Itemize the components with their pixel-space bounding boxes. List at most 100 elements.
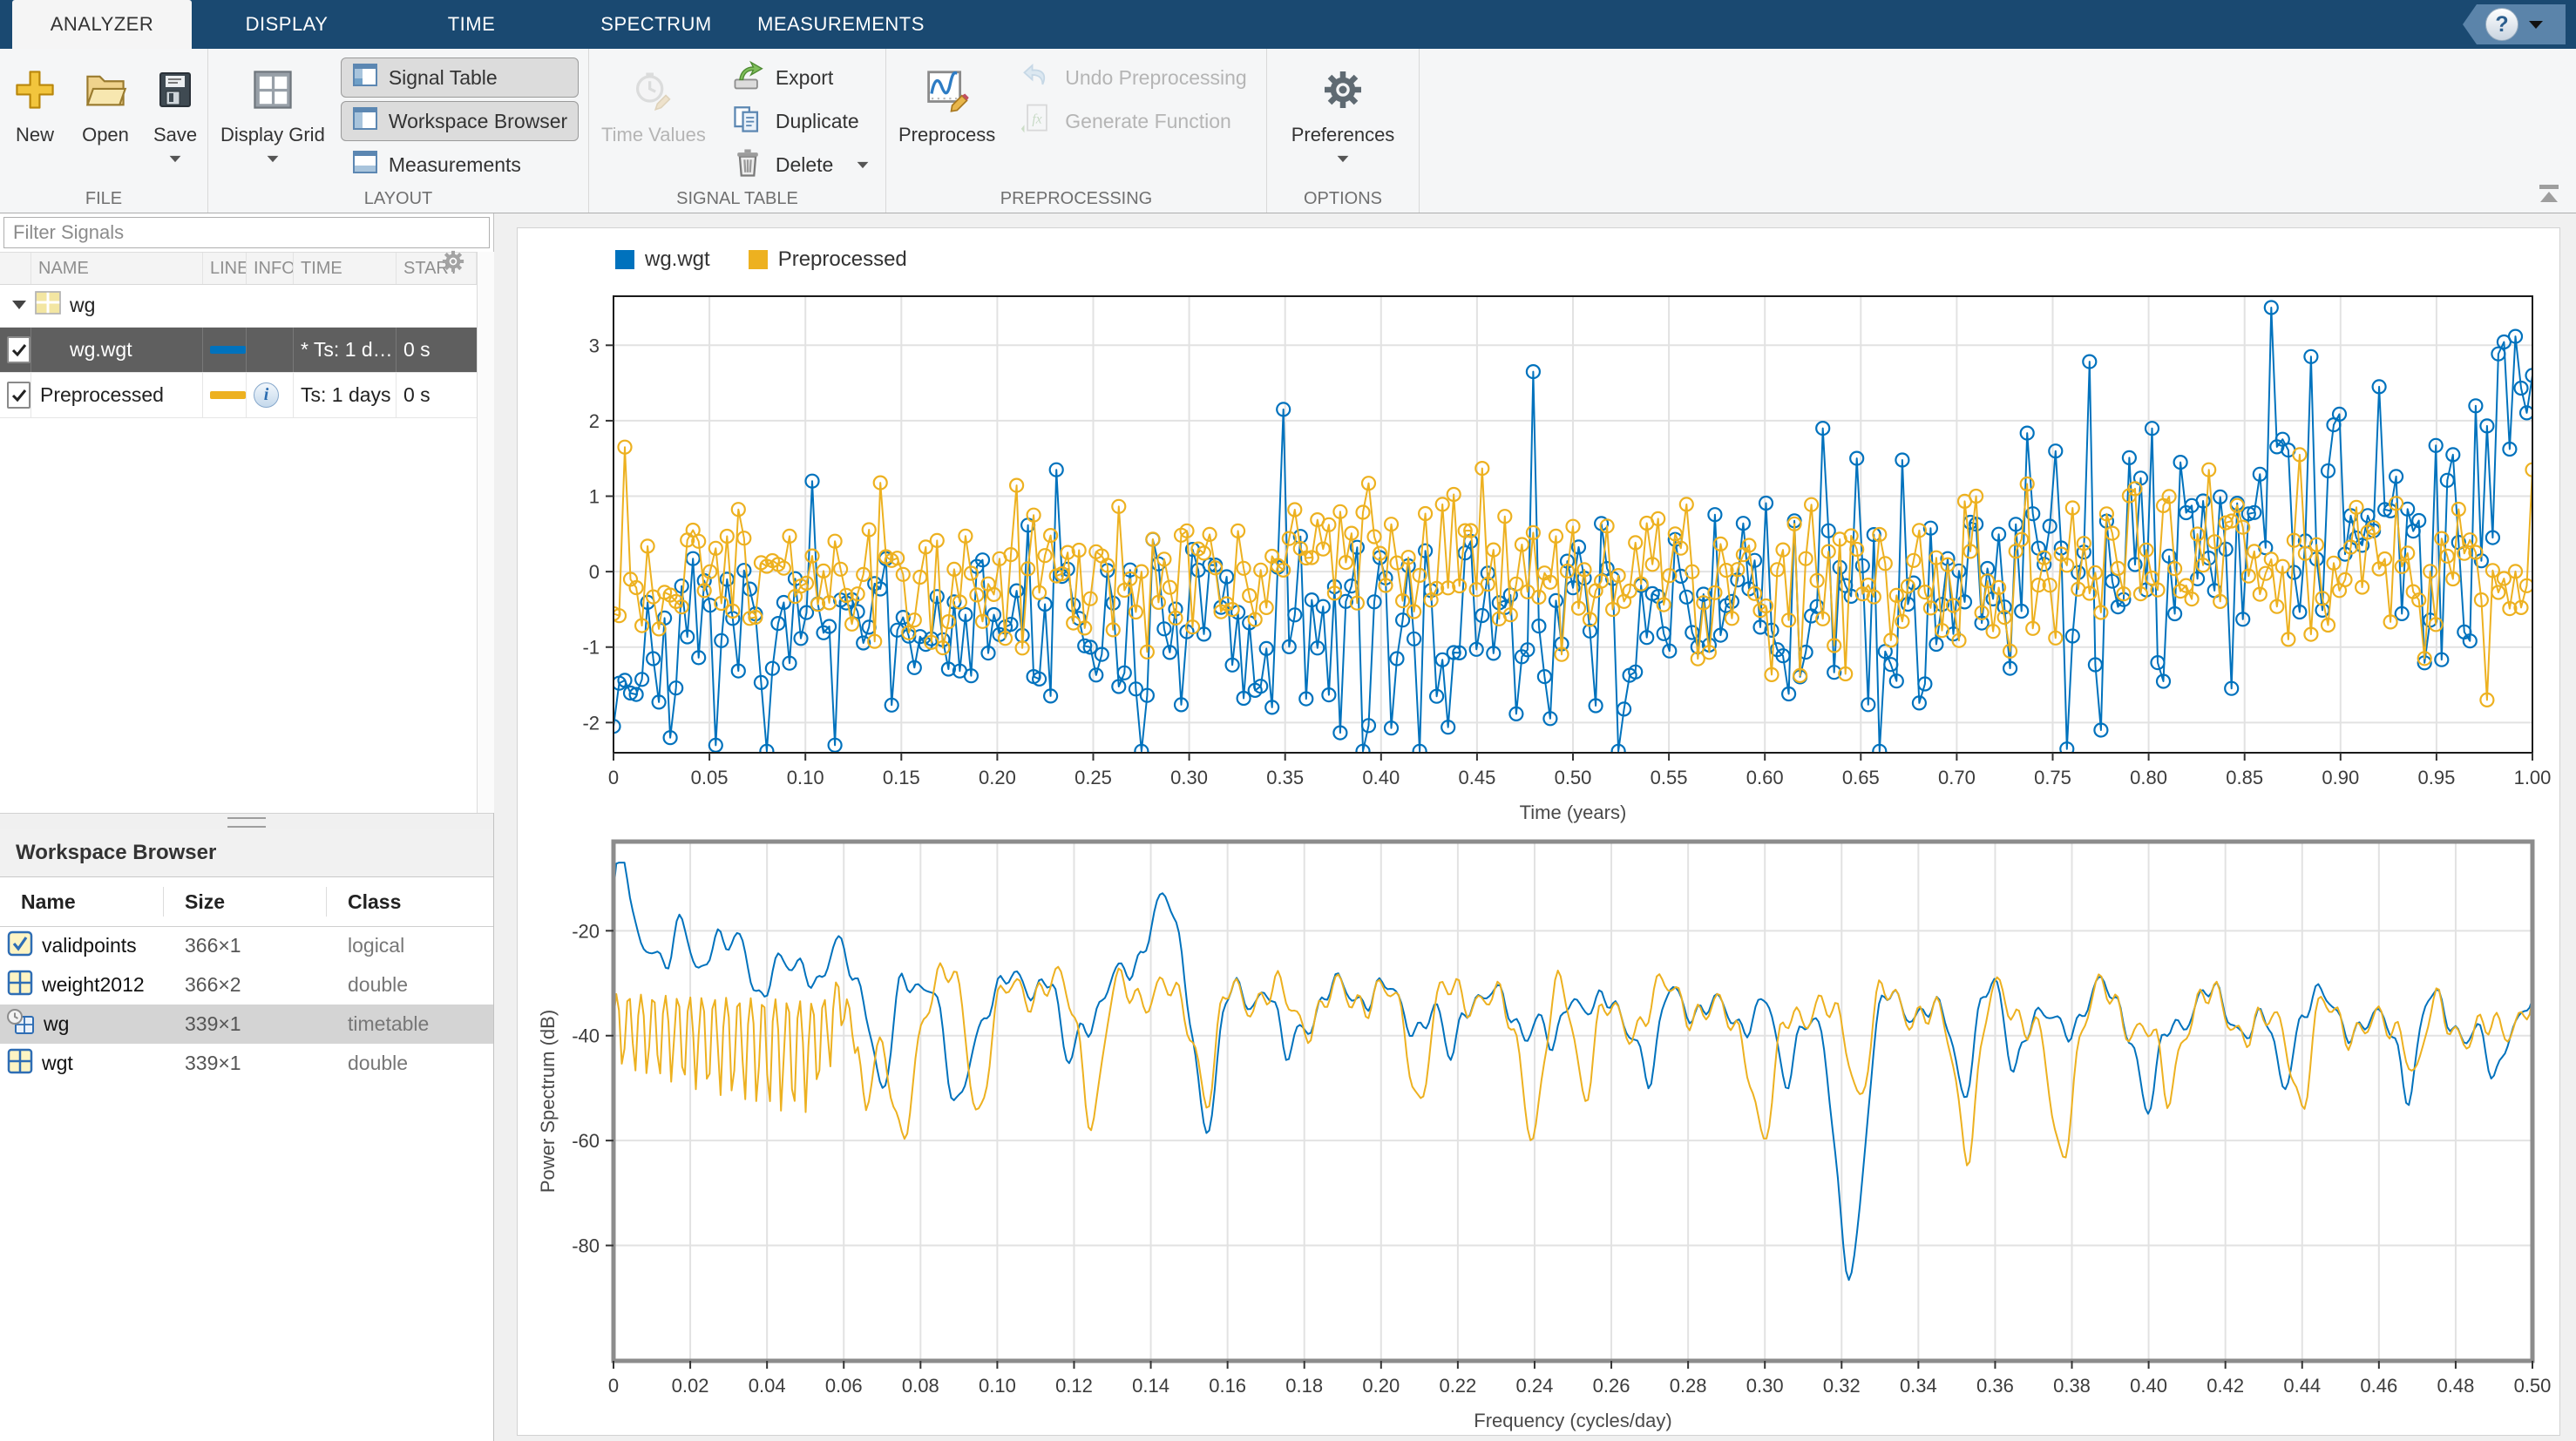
display-grid-button[interactable]: Display Grid: [214, 56, 332, 166]
open-folder-icon: [82, 59, 129, 120]
tab-spectrum[interactable]: SPECTRUM: [566, 0, 746, 49]
gear-icon: [1320, 59, 1366, 120]
svg-text:0.45: 0.45: [1458, 767, 1495, 788]
expander-caret-icon[interactable]: [12, 301, 26, 309]
column-header-name[interactable]: NAME: [31, 253, 203, 284]
svg-text:0.60: 0.60: [1746, 767, 1784, 788]
display-area: wg.wgt Preprocessed 0 0.05 0.10 0.15 0.20 0.2…: [517, 227, 2560, 1436]
export-button[interactable]: Export: [722, 57, 878, 98]
variable-class: double: [348, 1052, 409, 1074]
chevron-down-icon: [1337, 155, 1349, 163]
svg-text:0.04: 0.04: [749, 1375, 786, 1397]
workspace-browser-rows: validpoints 366×1 logical weight2012 366×…: [0, 926, 493, 1083]
tab-time[interactable]: TIME: [382, 0, 561, 49]
time-plot[interactable]: 0 0.05 0.10 0.15 0.20 0.25 0.30 0.35 0.40 0.45 0.5…: [518, 228, 2561, 829]
svg-text:0.10: 0.10: [787, 767, 824, 788]
svg-text:0.02: 0.02: [672, 1375, 709, 1397]
workspace-row-wgt[interactable]: wgt 339×1 double: [0, 1044, 493, 1083]
filter-signals-input[interactable]: [3, 217, 490, 248]
table-group-icon: [35, 290, 61, 320]
info-cell: [247, 328, 294, 372]
svg-text:fx: fx: [1033, 112, 1042, 126]
variable-name: wgt: [42, 1052, 73, 1074]
panel-splitter[interactable]: [0, 813, 493, 831]
svg-text:0.55: 0.55: [1651, 767, 1688, 788]
delete-button[interactable]: Delete: [722, 144, 878, 186]
svg-text:0.05: 0.05: [691, 767, 729, 788]
signal-row-Preprocessed[interactable]: Preprocessed i Ts: 1 days 0 s: [0, 373, 477, 418]
svg-text:-2: -2: [582, 712, 600, 734]
svg-text:0.15: 0.15: [883, 767, 920, 788]
preferences-button[interactable]: Preferences: [1285, 56, 1402, 166]
column-header-time[interactable]: TIME: [294, 253, 397, 284]
line-style-swatch[interactable]: [203, 373, 247, 417]
time-values-button[interactable]: Time Values: [594, 56, 713, 150]
variable-class: timetable: [348, 1012, 430, 1035]
tab-display[interactable]: DISPLAY: [197, 0, 376, 49]
signal-row-wg.wgt[interactable]: wg.wgt * Ts: 1 d… 0 s: [0, 328, 477, 373]
logical-checkbox-icon: [7, 930, 33, 962]
new-plus-icon: [12, 59, 58, 120]
line-style-swatch[interactable]: [203, 328, 247, 372]
signal-panel: NAMELINEINFOTIMESTART wg wg.wgt * Ts: 1 …: [0, 213, 494, 1441]
svg-text:-40: -40: [572, 1025, 600, 1047]
signal-checkbox[interactable]: [0, 328, 31, 372]
tab-analyzer[interactable]: ANALYZER: [12, 0, 192, 49]
variable-class: logical: [348, 934, 405, 957]
preprocess-button[interactable]: Preprocess: [891, 56, 1002, 150]
svg-text:0.14: 0.14: [1132, 1375, 1169, 1397]
tab-strip: ANALYZER DISPLAY TIME SPECTRUM MEASUREMENTS: [12, 0, 936, 49]
svg-text:0.30: 0.30: [1170, 767, 1208, 788]
signal-checkbox[interactable]: [0, 373, 31, 417]
help-icon: ?: [2485, 8, 2518, 41]
workspace-row-weight2012[interactable]: weight2012 366×2 double: [0, 965, 493, 1005]
workspace-browser-toggle[interactable]: Workspace Browser: [340, 101, 580, 141]
workspace-row-wg[interactable]: wg 339×1 timetable: [0, 1005, 493, 1044]
svg-text:0.42: 0.42: [2207, 1375, 2244, 1397]
svg-text:0.75: 0.75: [2034, 767, 2071, 788]
open-button[interactable]: Open: [75, 56, 136, 150]
variable-name: validpoints: [42, 934, 137, 957]
svg-text:0.80: 0.80: [2130, 767, 2167, 788]
time-cell: Ts: 1 days: [294, 373, 397, 417]
x-axis-label: Time (years): [1520, 802, 1627, 823]
undo-preprocessing-button[interactable]: Undo Preprocessing: [1011, 57, 1255, 98]
help-button[interactable]: ?: [2463, 4, 2566, 44]
ws-column-header-name[interactable]: Name: [0, 887, 164, 917]
svg-text:0.40: 0.40: [1362, 767, 1400, 788]
start-cell: 0 s: [403, 338, 430, 361]
tab-measurements[interactable]: MEASUREMENTS: [751, 0, 931, 49]
duplicate-button[interactable]: Duplicate: [722, 100, 878, 142]
column-header-checkbox[interactable]: [0, 253, 31, 284]
svg-text:0.18: 0.18: [1285, 1375, 1323, 1397]
export-icon: [730, 58, 765, 98]
info-cell[interactable]: i: [247, 373, 294, 417]
signal-group-row-wg[interactable]: wg: [0, 283, 477, 328]
variable-size: 366×2: [185, 973, 241, 996]
workspace-browser-layout-icon: [352, 105, 378, 137]
generate-function-button[interactable]: fx Generate Function: [1011, 100, 1255, 142]
svg-text:0.06: 0.06: [825, 1375, 863, 1397]
svg-text:0.32: 0.32: [1823, 1375, 1861, 1397]
workspace-browser-header: Name Size Class: [0, 877, 493, 927]
signal-name: wg.wgt: [31, 328, 203, 372]
signal-name: Preprocessed: [31, 373, 203, 417]
matrix-icon: [7, 970, 33, 1001]
table-settings-gear-icon[interactable]: [440, 248, 466, 279]
column-header-line[interactable]: LINE: [203, 253, 247, 284]
ws-column-header-size[interactable]: Size: [164, 887, 327, 917]
svg-text:0.40: 0.40: [2130, 1375, 2167, 1397]
svg-text:0.28: 0.28: [1670, 1375, 1707, 1397]
spectrum-plot[interactable]: 0 0.02 0.04 0.06 0.08 0.10 0.12 0.14 0.16 0.18 0.2…: [518, 829, 2561, 1437]
ws-column-header-class[interactable]: Class: [327, 887, 493, 917]
svg-text:0: 0: [589, 561, 600, 583]
column-header-info[interactable]: INFO: [247, 253, 294, 284]
workspace-row-validpoints[interactable]: validpoints 366×1 logical: [0, 926, 493, 965]
collapse-ribbon-button[interactable]: [2532, 181, 2567, 207]
measurements-toggle[interactable]: Measurements: [341, 145, 579, 185]
signal-table-toggle[interactable]: Signal Table: [340, 58, 580, 98]
new-button[interactable]: New: [5, 56, 64, 150]
save-button[interactable]: Save: [146, 56, 204, 166]
signal-table-scrollbar[interactable]: [477, 252, 494, 813]
svg-text:0.65: 0.65: [1842, 767, 1880, 788]
